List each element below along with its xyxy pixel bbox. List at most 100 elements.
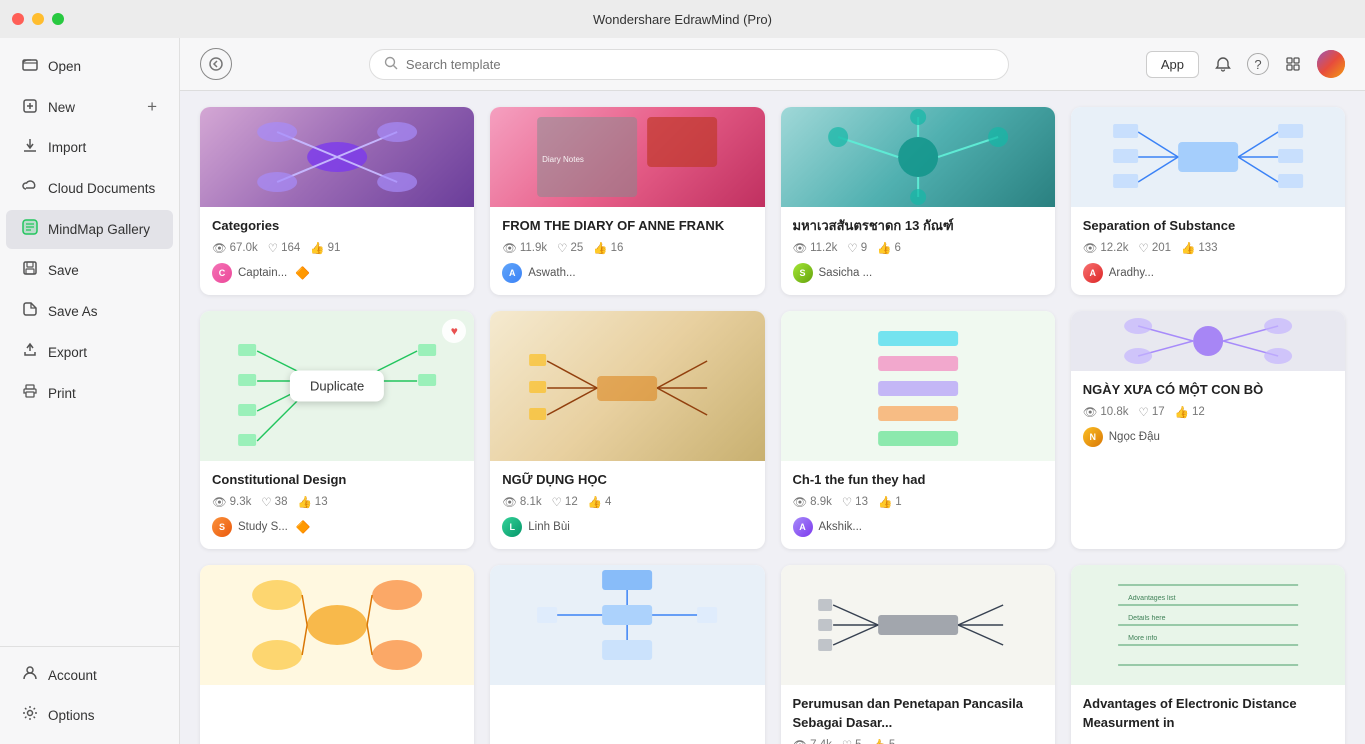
notification-icon[interactable] bbox=[1209, 50, 1237, 78]
sidebar-item-import[interactable]: Import bbox=[6, 128, 173, 167]
top-bar: App ? bbox=[180, 38, 1365, 91]
verified-badge: 🔶 bbox=[295, 266, 310, 280]
card-separation-stats: 👁 12.2k ♡ 201 👍 133 bbox=[1083, 241, 1333, 255]
card-perumusan-stats: 👁 7.4k ♡ 5 👍 5 bbox=[793, 738, 1043, 744]
account-icon bbox=[22, 665, 38, 686]
card-constitutional-author: S Study S... 🔶 bbox=[212, 517, 462, 537]
sidebar-item-print[interactable]: Print bbox=[6, 374, 173, 413]
minimize-button[interactable] bbox=[32, 13, 44, 25]
saveas-icon bbox=[22, 301, 38, 322]
search-input[interactable] bbox=[406, 57, 994, 72]
card-separation-title: Separation of Substance bbox=[1083, 217, 1333, 235]
card-anne-frank-author: A Aswath... bbox=[502, 263, 752, 283]
author-avatar: C bbox=[212, 263, 232, 283]
card-ch1-author: A Akshik... bbox=[793, 517, 1043, 537]
card-ch1-title: Ch-1 the fun they had bbox=[793, 471, 1043, 489]
sidebar-export-label: Export bbox=[48, 345, 87, 360]
sidebar-save-label: Save bbox=[48, 263, 79, 278]
sidebar-item-save[interactable]: Save bbox=[6, 251, 173, 290]
svg-text:More info: More info bbox=[1128, 635, 1157, 642]
card-constitutional[interactable]: Duplicate ♥ Constitutional Design 👁 9.3k… bbox=[200, 311, 474, 549]
card-categories-stats: 👁 67.0k ♡ 164 👍 91 bbox=[212, 241, 462, 255]
sidebar-item-new[interactable]: New + bbox=[6, 88, 173, 126]
help-icon[interactable]: ? bbox=[1247, 53, 1269, 75]
open-icon bbox=[22, 56, 38, 77]
card-perumusan-title: Perumusan dan Penetapan Pancasila Sebaga… bbox=[793, 695, 1043, 731]
sidebar-item-options[interactable]: Options bbox=[6, 696, 173, 735]
svg-text:Details here: Details here bbox=[1128, 615, 1165, 622]
card-anne-frank-title: FROM THE DIARY OF ANNE FRANK bbox=[502, 217, 752, 235]
card-thai-title: มหาเวสสันตรชาดก 13 กัณฑ์ bbox=[793, 217, 1043, 235]
card-categories-author: C Captain... 🔶 bbox=[212, 263, 462, 283]
card-anne-frank-stats: 👁 11.9k ♡ 25 👍 16 bbox=[502, 241, 752, 255]
card-separation-author: A Aradhy... bbox=[1083, 263, 1333, 283]
import-icon bbox=[22, 137, 38, 158]
sidebar-item-cloud[interactable]: Cloud Documents bbox=[6, 169, 173, 208]
author-avatar-4: A bbox=[1083, 263, 1103, 283]
title-bar: Wondershare EdrawMind (Pro) bbox=[0, 0, 1365, 38]
card-ngay-xua-author: N Ngọc Đậu bbox=[1083, 427, 1333, 447]
close-button[interactable] bbox=[12, 13, 24, 25]
app-body: Open New + bbox=[0, 38, 1365, 744]
new-icon bbox=[22, 98, 38, 117]
new-add-icon[interactable]: + bbox=[147, 97, 157, 117]
card-bottom-1[interactable] bbox=[200, 565, 474, 744]
back-button[interactable] bbox=[200, 48, 232, 80]
card-ch1-stats: 👁 8.9k ♡ 13 👍 1 bbox=[793, 495, 1043, 509]
sidebar: Open New + bbox=[0, 38, 180, 744]
options-icon bbox=[22, 705, 38, 726]
print-icon bbox=[22, 383, 38, 404]
card-thai-author: S Sasicha ... bbox=[793, 263, 1043, 283]
card-categories[interactable]: Categories 👁 67.0k ♡ 164 👍 91 C Captain.… bbox=[200, 107, 474, 295]
sidebar-bottom: Account Options bbox=[0, 646, 179, 736]
views-stat: 👁 67.0k bbox=[212, 241, 258, 255]
svg-text:Diary Notes: Diary Notes bbox=[542, 155, 584, 164]
card-ch1[interactable]: Ch-1 the fun they had 👁 8.9k ♡ 13 👍 1 A … bbox=[781, 311, 1055, 549]
card-advantages[interactable]: Advantages list Details here More info A… bbox=[1071, 565, 1345, 744]
author-avatar-7: A bbox=[793, 517, 813, 537]
save-icon bbox=[22, 260, 38, 281]
card-bottom-2[interactable] bbox=[490, 565, 764, 744]
duplicate-overlay[interactable]: Duplicate bbox=[290, 371, 384, 402]
sidebar-new-label: New bbox=[48, 100, 75, 115]
sidebar-item-saveas[interactable]: Save As bbox=[6, 292, 173, 331]
gallery-grid: Categories 👁 67.0k ♡ 164 👍 91 C Captain.… bbox=[200, 107, 1345, 744]
likes-stat: ♡ 164 bbox=[268, 241, 301, 255]
user-avatar[interactable] bbox=[1317, 50, 1345, 78]
sidebar-options-label: Options bbox=[48, 708, 95, 723]
card-constitutional-title: Constitutional Design bbox=[212, 471, 462, 489]
sidebar-account-label: Account bbox=[48, 668, 97, 683]
sidebar-item-open[interactable]: Open bbox=[6, 47, 173, 86]
cloud-icon bbox=[22, 178, 38, 199]
sidebar-import-label: Import bbox=[48, 140, 86, 155]
card-ngu-dung[interactable]: NGỮ DỤNG HỌC 👁 8.1k ♡ 12 👍 4 L Linh Bùi bbox=[490, 311, 764, 549]
grid-icon[interactable] bbox=[1279, 50, 1307, 78]
gallery-icon bbox=[22, 219, 38, 240]
sidebar-print-label: Print bbox=[48, 386, 76, 401]
sidebar-item-export[interactable]: Export bbox=[6, 333, 173, 372]
card-ngu-dung-author: L Linh Bùi bbox=[502, 517, 752, 537]
app-title: Wondershare EdrawMind (Pro) bbox=[593, 12, 772, 27]
card-anne-frank[interactable]: Diary Notes FROM THE DIARY OF ANNE FRANK… bbox=[490, 107, 764, 295]
card-constitutional-stats: 👁 9.3k ♡ 38 👍 13 bbox=[212, 495, 462, 509]
gallery-scroll[interactable]: Categories 👁 67.0k ♡ 164 👍 91 C Captain.… bbox=[180, 91, 1365, 744]
author-avatar-5: S bbox=[212, 517, 232, 537]
verified-badge-2: 🔶 bbox=[296, 520, 311, 534]
card-thai[interactable]: มหาเวสสันตรชาดก 13 กัณฑ์ 👁 11.2k ♡ 9 👍 6… bbox=[781, 107, 1055, 295]
app-button[interactable]: App bbox=[1146, 51, 1199, 78]
thumbs-stat: 👍 91 bbox=[310, 241, 340, 255]
card-ngay-xua-title: NGÀY XƯA CÓ MỘT CON BÒ bbox=[1083, 381, 1333, 399]
search-icon bbox=[384, 56, 398, 73]
top-bar-actions: App ? bbox=[1146, 50, 1345, 78]
author-avatar-2: A bbox=[502, 263, 522, 283]
card-ngay-xua[interactable]: NGÀY XƯA CÓ MỘT CON BÒ 👁 10.8k ♡ 17 👍 12… bbox=[1071, 311, 1345, 549]
sidebar-item-account[interactable]: Account bbox=[6, 656, 173, 695]
author-avatar-8: N bbox=[1083, 427, 1103, 447]
maximize-button[interactable] bbox=[52, 13, 64, 25]
card-perumusan[interactable]: Perumusan dan Penetapan Pancasila Sebaga… bbox=[781, 565, 1055, 744]
card-separation[interactable]: Separation of Substance 👁 12.2k ♡ 201 👍 … bbox=[1071, 107, 1345, 295]
card-ngu-dung-title: NGỮ DỤNG HỌC bbox=[502, 471, 752, 489]
sidebar-gallery-label: MindMap Gallery bbox=[48, 222, 150, 237]
sidebar-item-gallery[interactable]: MindMap Gallery bbox=[6, 210, 173, 249]
card-advantages-title: Advantages of Electronic Distance Measur… bbox=[1083, 695, 1333, 731]
